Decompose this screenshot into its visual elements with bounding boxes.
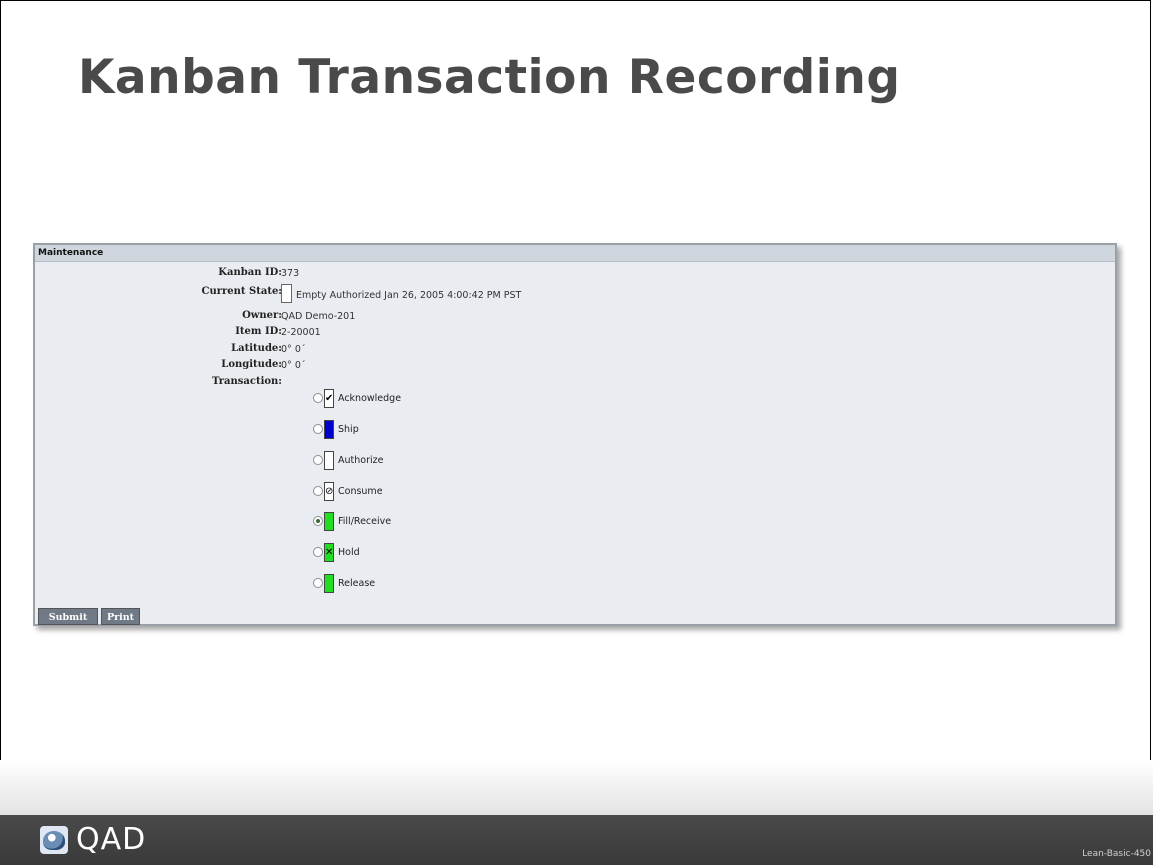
latitude-label: Latitude:: [231, 343, 282, 354]
owner-label: Owner:: [242, 310, 282, 321]
option-label: Release: [338, 578, 376, 589]
submit-button[interactable]: Submit: [38, 608, 98, 625]
option-label: Consume: [338, 486, 383, 497]
maintenance-panel: Maintenance Kanban ID: 373 Current State…: [33, 243, 1117, 626]
owner-value: QAD Demo-201: [281, 311, 356, 322]
option-label: Ship: [338, 424, 359, 435]
green-square-icon: [324, 512, 334, 531]
qad-logo-icon: [40, 826, 68, 854]
option-label: Authorize: [338, 455, 384, 466]
current-state-value: Empty Authorized Jan 26, 2005 4:00:42 PM…: [296, 290, 522, 301]
item-id-label: Item ID:: [235, 326, 282, 337]
longitude-label: Longitude:: [221, 359, 282, 370]
print-button[interactable]: Print: [101, 608, 140, 625]
circle-slash-icon: ⊘: [324, 482, 334, 501]
option-label: Fill/Receive: [338, 516, 392, 527]
radio-ship[interactable]: [313, 424, 323, 434]
item-id-value: 2-20001: [281, 327, 321, 338]
page-code: Lean-Basic-450: [1082, 849, 1151, 859]
qad-logo-text: QAD: [76, 822, 147, 857]
option-label: Hold: [338, 547, 360, 558]
option-label: Acknowledge: [338, 393, 402, 404]
latitude-value: 0° 0´: [281, 344, 306, 355]
footer-fade: [0, 760, 1153, 815]
radio-acknowledge[interactable]: [313, 393, 323, 403]
kanban-id-label: Kanban ID:: [218, 267, 282, 278]
radio-release[interactable]: [313, 578, 323, 588]
longitude-value: 0° 0´: [281, 360, 306, 371]
radio-consume[interactable]: [313, 486, 323, 496]
radio-authorize[interactable]: [313, 455, 323, 465]
footer-bar: [0, 815, 1153, 865]
radio-fill-receive[interactable]: [313, 516, 323, 526]
panel-header: Maintenance: [35, 245, 1115, 262]
slide-title: Kanban Transaction Recording: [78, 50, 901, 105]
checkmark-icon: ✔: [324, 389, 334, 408]
green-x-icon: ✕: [324, 543, 334, 562]
current-state-label: Current State:: [201, 286, 283, 297]
transaction-label: Transaction:: [212, 376, 282, 387]
radio-hold[interactable]: [313, 547, 323, 557]
green-square-icon: [324, 574, 334, 593]
current-state-icon: [281, 284, 292, 303]
blue-square-icon: [324, 420, 334, 439]
kanban-id-value: 373: [281, 268, 300, 279]
empty-square-icon: [324, 451, 334, 470]
